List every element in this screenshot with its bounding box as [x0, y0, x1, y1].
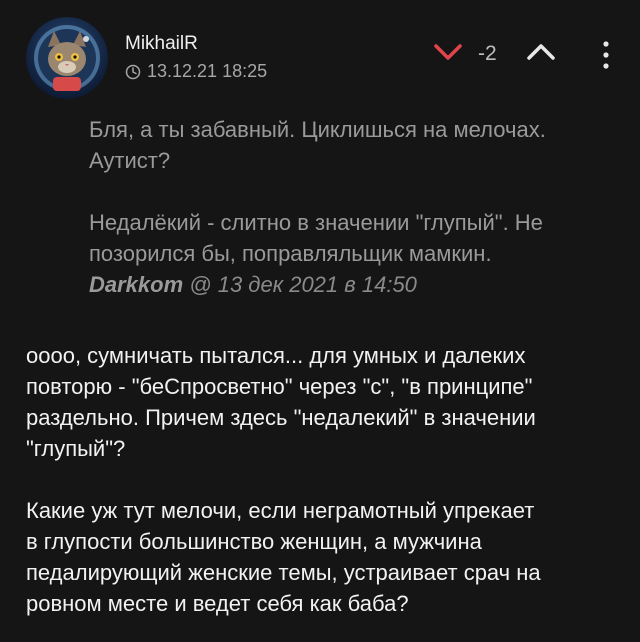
quote-line: Недалёкий - слитно в значении "глупый". …: [89, 210, 543, 235]
timestamp-text: 13.12.21 18:25: [147, 61, 268, 81]
quoted-comment: Бля, а ты забавный. Циклишься на мелочах…: [89, 114, 629, 300]
body-line: педалирующий женские темы, устраивает ср…: [26, 560, 541, 585]
body-line: в глупости большинство женщин, а мужчина: [26, 529, 482, 554]
body-line: ровном месте и ведет себя как баба?: [26, 591, 409, 616]
clock-icon: [125, 64, 141, 79]
comment-card: MikhailR 13.12.21 18:25 -2 Бля, а ты заб…: [0, 0, 640, 642]
quote-line: позорился бы, поправляльщик мамкин.: [89, 241, 492, 266]
upvote-button[interactable]: [526, 42, 556, 62]
body-line: "глупый"?: [26, 436, 126, 461]
chevron-down-icon: [434, 44, 462, 60]
body-line: повторю - "беСпросветно" через "с", "в п…: [26, 374, 533, 399]
quote-line: Аутист?: [89, 148, 171, 173]
body-line: оооо, сумничать пытался... для умных и д…: [26, 343, 526, 368]
astronaut-cat-avatar-image: [26, 17, 108, 99]
quote-attribution: Darkkom @ 13 дек 2021 в 14:50: [89, 269, 629, 300]
user-avatar[interactable]: [26, 17, 108, 99]
vote-score: -2: [478, 42, 497, 65]
more-options-button[interactable]: [598, 40, 614, 70]
downvote-button[interactable]: [433, 42, 463, 62]
post-timestamp: 13.12.21 18:25: [125, 61, 267, 82]
comment-body: оооо, сумничать пытался... для умных и д…: [26, 340, 626, 619]
quote-line: Бля, а ты забавный. Циклишься на мелочах…: [89, 117, 546, 142]
username[interactable]: MikhailR: [125, 33, 198, 55]
quote-author-link[interactable]: Darkkom: [89, 272, 183, 297]
body-line: раздельно. Причем здесь "недалекий" в зн…: [26, 405, 536, 430]
chevron-up-icon: [527, 44, 555, 60]
quote-meta: @ 13 дек 2021 в 14:50: [189, 272, 417, 297]
more-vertical-icon: [603, 41, 609, 69]
body-line: Какие уж тут мелочи, если неграмотный уп…: [26, 498, 535, 523]
